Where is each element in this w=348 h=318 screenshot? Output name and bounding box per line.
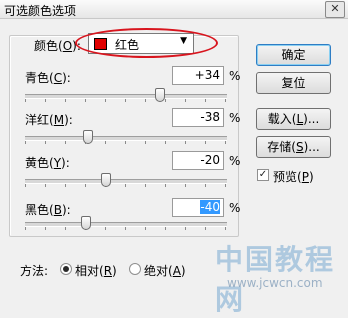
magenta-value-input[interactable]: -38 — [172, 108, 224, 127]
cyan-slider-ticks — [25, 99, 227, 102]
magenta-slider-ticks — [25, 141, 227, 144]
save-button[interactable]: 存储(S)... — [256, 136, 331, 158]
magenta-unit: % — [229, 111, 241, 125]
yellow-value-input[interactable]: -20 — [172, 151, 224, 170]
relative-radio[interactable] — [60, 263, 72, 275]
ok-button[interactable]: 确定 — [256, 44, 331, 66]
radio-dot — [63, 266, 69, 272]
black-slider-ticks — [25, 227, 227, 230]
yellow-slider-thumb[interactable] — [100, 173, 111, 187]
yellow-unit: % — [229, 154, 241, 168]
load-button[interactable]: 载入(L)... — [256, 108, 331, 130]
magenta-label: 洋红(M): — [25, 113, 73, 127]
yellow-label: 黄色(Y): — [25, 156, 70, 170]
absolute-label: 绝对(A) — [144, 264, 186, 278]
colors-label: 颜色(O): — [34, 39, 81, 53]
absolute-radio[interactable] — [129, 263, 141, 275]
close-icon: ✕ — [330, 2, 340, 15]
black-unit: % — [229, 201, 241, 215]
black-label: 黑色(B): — [25, 203, 71, 217]
black-slider-thumb[interactable] — [80, 216, 91, 230]
reset-button[interactable]: 复位 — [256, 72, 331, 94]
watermark-url: www.jcwcn.com — [227, 276, 323, 290]
highlight-ellipse — [75, 28, 218, 58]
black-value-input[interactable]: -40 — [172, 198, 224, 217]
preview-label: 预览(P) — [273, 170, 314, 184]
relative-label: 相对(R) — [75, 264, 117, 278]
yellow-slider-ticks — [25, 184, 227, 187]
preview-checkbox[interactable]: ✓ — [257, 169, 269, 181]
watermark-logo: 中国教程网 www.jcwcn.com — [215, 238, 345, 316]
title-bar: 可选颜色选项 ✕ — [0, 0, 348, 19]
cyan-slider-thumb[interactable] — [155, 88, 166, 102]
cyan-label: 青色(C): — [25, 71, 71, 85]
cyan-value-input[interactable]: +34 — [172, 66, 224, 85]
check-icon: ✓ — [258, 169, 268, 180]
method-label: 方法: — [20, 264, 49, 278]
close-button[interactable]: ✕ — [325, 1, 345, 18]
window-title: 可选颜色选项 — [4, 4, 77, 18]
magenta-slider-thumb[interactable] — [82, 130, 93, 144]
cyan-unit: % — [229, 69, 241, 83]
